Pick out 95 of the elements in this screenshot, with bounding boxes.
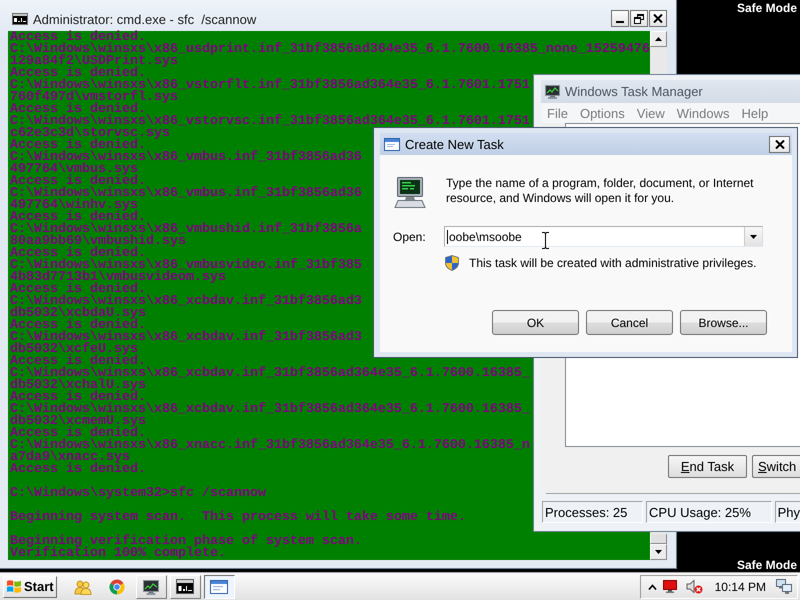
ibeam-pointer-icon — [542, 232, 549, 249]
console-line: 129a84f2\USDPrint.sys — [10, 56, 178, 68]
down-arrow-icon — [655, 550, 662, 554]
console-line: a7da9\xnacc.sys — [10, 452, 130, 464]
console-line: C:\Windows\winsxs\x86_xcbdav.inf_31bf3856ad364e35_6.1.7600.16385_ — [10, 404, 530, 416]
console-line: C:\Windows\winsxs\x86_vmbus.inf_31bf3856ad36 — [10, 152, 362, 164]
muted-speaker-icon — [686, 579, 703, 594]
network-icon — [776, 579, 792, 594]
dialog-title: Create New Task — [405, 136, 504, 152]
monitor-icon — [142, 578, 160, 594]
restore-icon — [634, 14, 644, 24]
dropdown-button[interactable] — [744, 227, 762, 246]
console-line: Access is denied. — [10, 284, 146, 296]
end-task-button[interactable]: End Task — [668, 455, 747, 478]
console-line: C:\Windows\winsxs\x86_vstorvsc.inf_31bf3856ad364e35_6.1.7601.1751 — [10, 116, 530, 128]
alert-monitor-icon — [662, 580, 677, 593]
safe-mode-label: Safe Mode — [736, 558, 797, 572]
console-line: 497764\winhv.sys — [10, 200, 138, 212]
scroll-up-button[interactable] — [650, 31, 667, 47]
minimize-button[interactable] — [611, 10, 629, 27]
console-line: 80aa9bb69\vmbushid.sys — [10, 236, 186, 248]
console-line: Access is denied. — [10, 140, 146, 152]
console-line: Access is denied. — [10, 428, 146, 440]
status-bar-panel: Phy — [774, 501, 800, 523]
console-line: Access is denied. — [10, 104, 146, 116]
console-line: Access is denied. — [10, 176, 146, 188]
menu-item[interactable]: File — [541, 106, 574, 120]
console-line: Beginning system scan. This process will take some time. — [10, 512, 466, 524]
console-line: 497764\vmbus.sys — [10, 164, 138, 176]
console-line: db5032\xcfeU.sys — [10, 344, 138, 356]
console-line: Access is denied. — [10, 212, 146, 224]
console-line: Access is denied. — [10, 68, 146, 80]
switch-button[interactable]: Switch — [752, 455, 800, 478]
menu-item[interactable]: Windows — [670, 106, 736, 120]
clock[interactable]: 10:14 PM — [714, 580, 766, 594]
status-bar-panel: CPU Usage: 25% — [646, 501, 772, 523]
console-line: Access is denied. — [10, 248, 146, 260]
open-combo-box[interactable]: oobe\msoobe — [444, 226, 763, 247]
console-line: Access is denied. — [10, 32, 146, 44]
console-line: db5032\xcbdaU.sys — [10, 308, 146, 320]
console-line: C:\Windows\winsxs\x86_vmbusvideo.inf_31bf385 — [10, 260, 362, 272]
up-arrow-icon — [655, 37, 662, 41]
ok-button[interactable]: OK — [492, 310, 579, 335]
console-line: C:\Windows\winsxs\x86_vmbus.inf_31bf3856ad36 — [10, 188, 362, 200]
menu-item[interactable]: View — [630, 106, 671, 120]
console-line: 760f497d\vmstorfl.sys — [10, 92, 178, 104]
console-line: db5032\xcmemU.sys — [10, 416, 146, 428]
taskbar-button[interactable] — [204, 574, 235, 598]
console-line: C:\Windows\winsxs\x86_vmbushid.inf_31bf3856a — [10, 224, 362, 236]
scrollbar-thumb[interactable] — [650, 534, 667, 544]
close-icon — [774, 140, 784, 148]
console-line: Beginning verification phase of system scan. — [10, 536, 362, 548]
computer-icon — [393, 176, 427, 208]
cancel-button[interactable]: Cancel — [586, 310, 673, 335]
scroll-down-button[interactable] — [650, 544, 667, 560]
console-line: Access is denied. — [10, 356, 146, 368]
close-button[interactable] — [769, 136, 790, 152]
console-line: Access is denied. — [10, 464, 146, 476]
people-icon — [74, 578, 92, 594]
console-line: db5032\xchalU.sys — [10, 380, 146, 392]
safe-mode-label: Safe Mode — [736, 1, 797, 15]
window-icon — [384, 138, 400, 150]
window-icon — [210, 580, 228, 594]
dropdown-arrow-icon — [750, 234, 757, 238]
window-title: Windows Task Manager — [565, 84, 703, 99]
chevron-up-icon — [648, 584, 657, 590]
console-line: Access is denied. — [10, 392, 146, 404]
console-line: C:\Windows\winsxs\x86_xcbdav.inf_31bf3856ad3 — [10, 296, 362, 308]
open-label: Open: — [393, 230, 427, 244]
minimize-icon — [616, 20, 624, 22]
start-flag-icon — [6, 579, 22, 594]
console-line: C:\Windows\winsxs\x86_xcbdav.inf_31bf3856ad364e35_6.1.7600.16385_ — [10, 368, 530, 380]
console-line: 4b83d7713b1\vmbusvideom.sys — [10, 272, 226, 284]
console-icon — [12, 13, 28, 25]
browser-icon — [109, 578, 126, 594]
menu-item[interactable]: Options — [574, 106, 631, 120]
window-title: Administrator: cmd.exe - sfc /scannow — [33, 12, 258, 26]
dialog-message: Type the name of a program, folder, document, or Internet resource, and Windows will open it for you. — [446, 176, 755, 206]
restore-button[interactable] — [630, 10, 648, 27]
console-line: C:\Windows\winsxs\x86_usdprint.inf_31bf3856ad364e35_6.1.7600.16385_none_15259476 — [10, 44, 650, 56]
browse-button[interactable]: Browse... — [680, 310, 767, 335]
start-button[interactable]: Start — [3, 576, 57, 598]
status-bar-panel: Processes: 25 — [542, 501, 644, 523]
monitor-icon — [544, 84, 561, 99]
close-icon — [653, 14, 663, 23]
console-line: Verification 100% complete. — [10, 548, 226, 560]
console-line: c62e3c3d\storvsc.sys — [10, 128, 170, 140]
close-button[interactable] — [649, 10, 667, 27]
console-line: C:\Windows\winsxs\x86_xnacc.inf_31bf3856ad364e35_6.1.7600.16385_n — [10, 440, 530, 452]
privilege-note: This task will be created with administrative privileges. — [469, 256, 756, 270]
console-line: Access is denied. — [10, 320, 146, 332]
menu-item[interactable]: Help — [735, 106, 774, 120]
console-icon — [176, 579, 194, 594]
shield-icon — [445, 255, 459, 271]
console-line: C:\Windows\system32>sfc /scannow — [10, 488, 266, 500]
